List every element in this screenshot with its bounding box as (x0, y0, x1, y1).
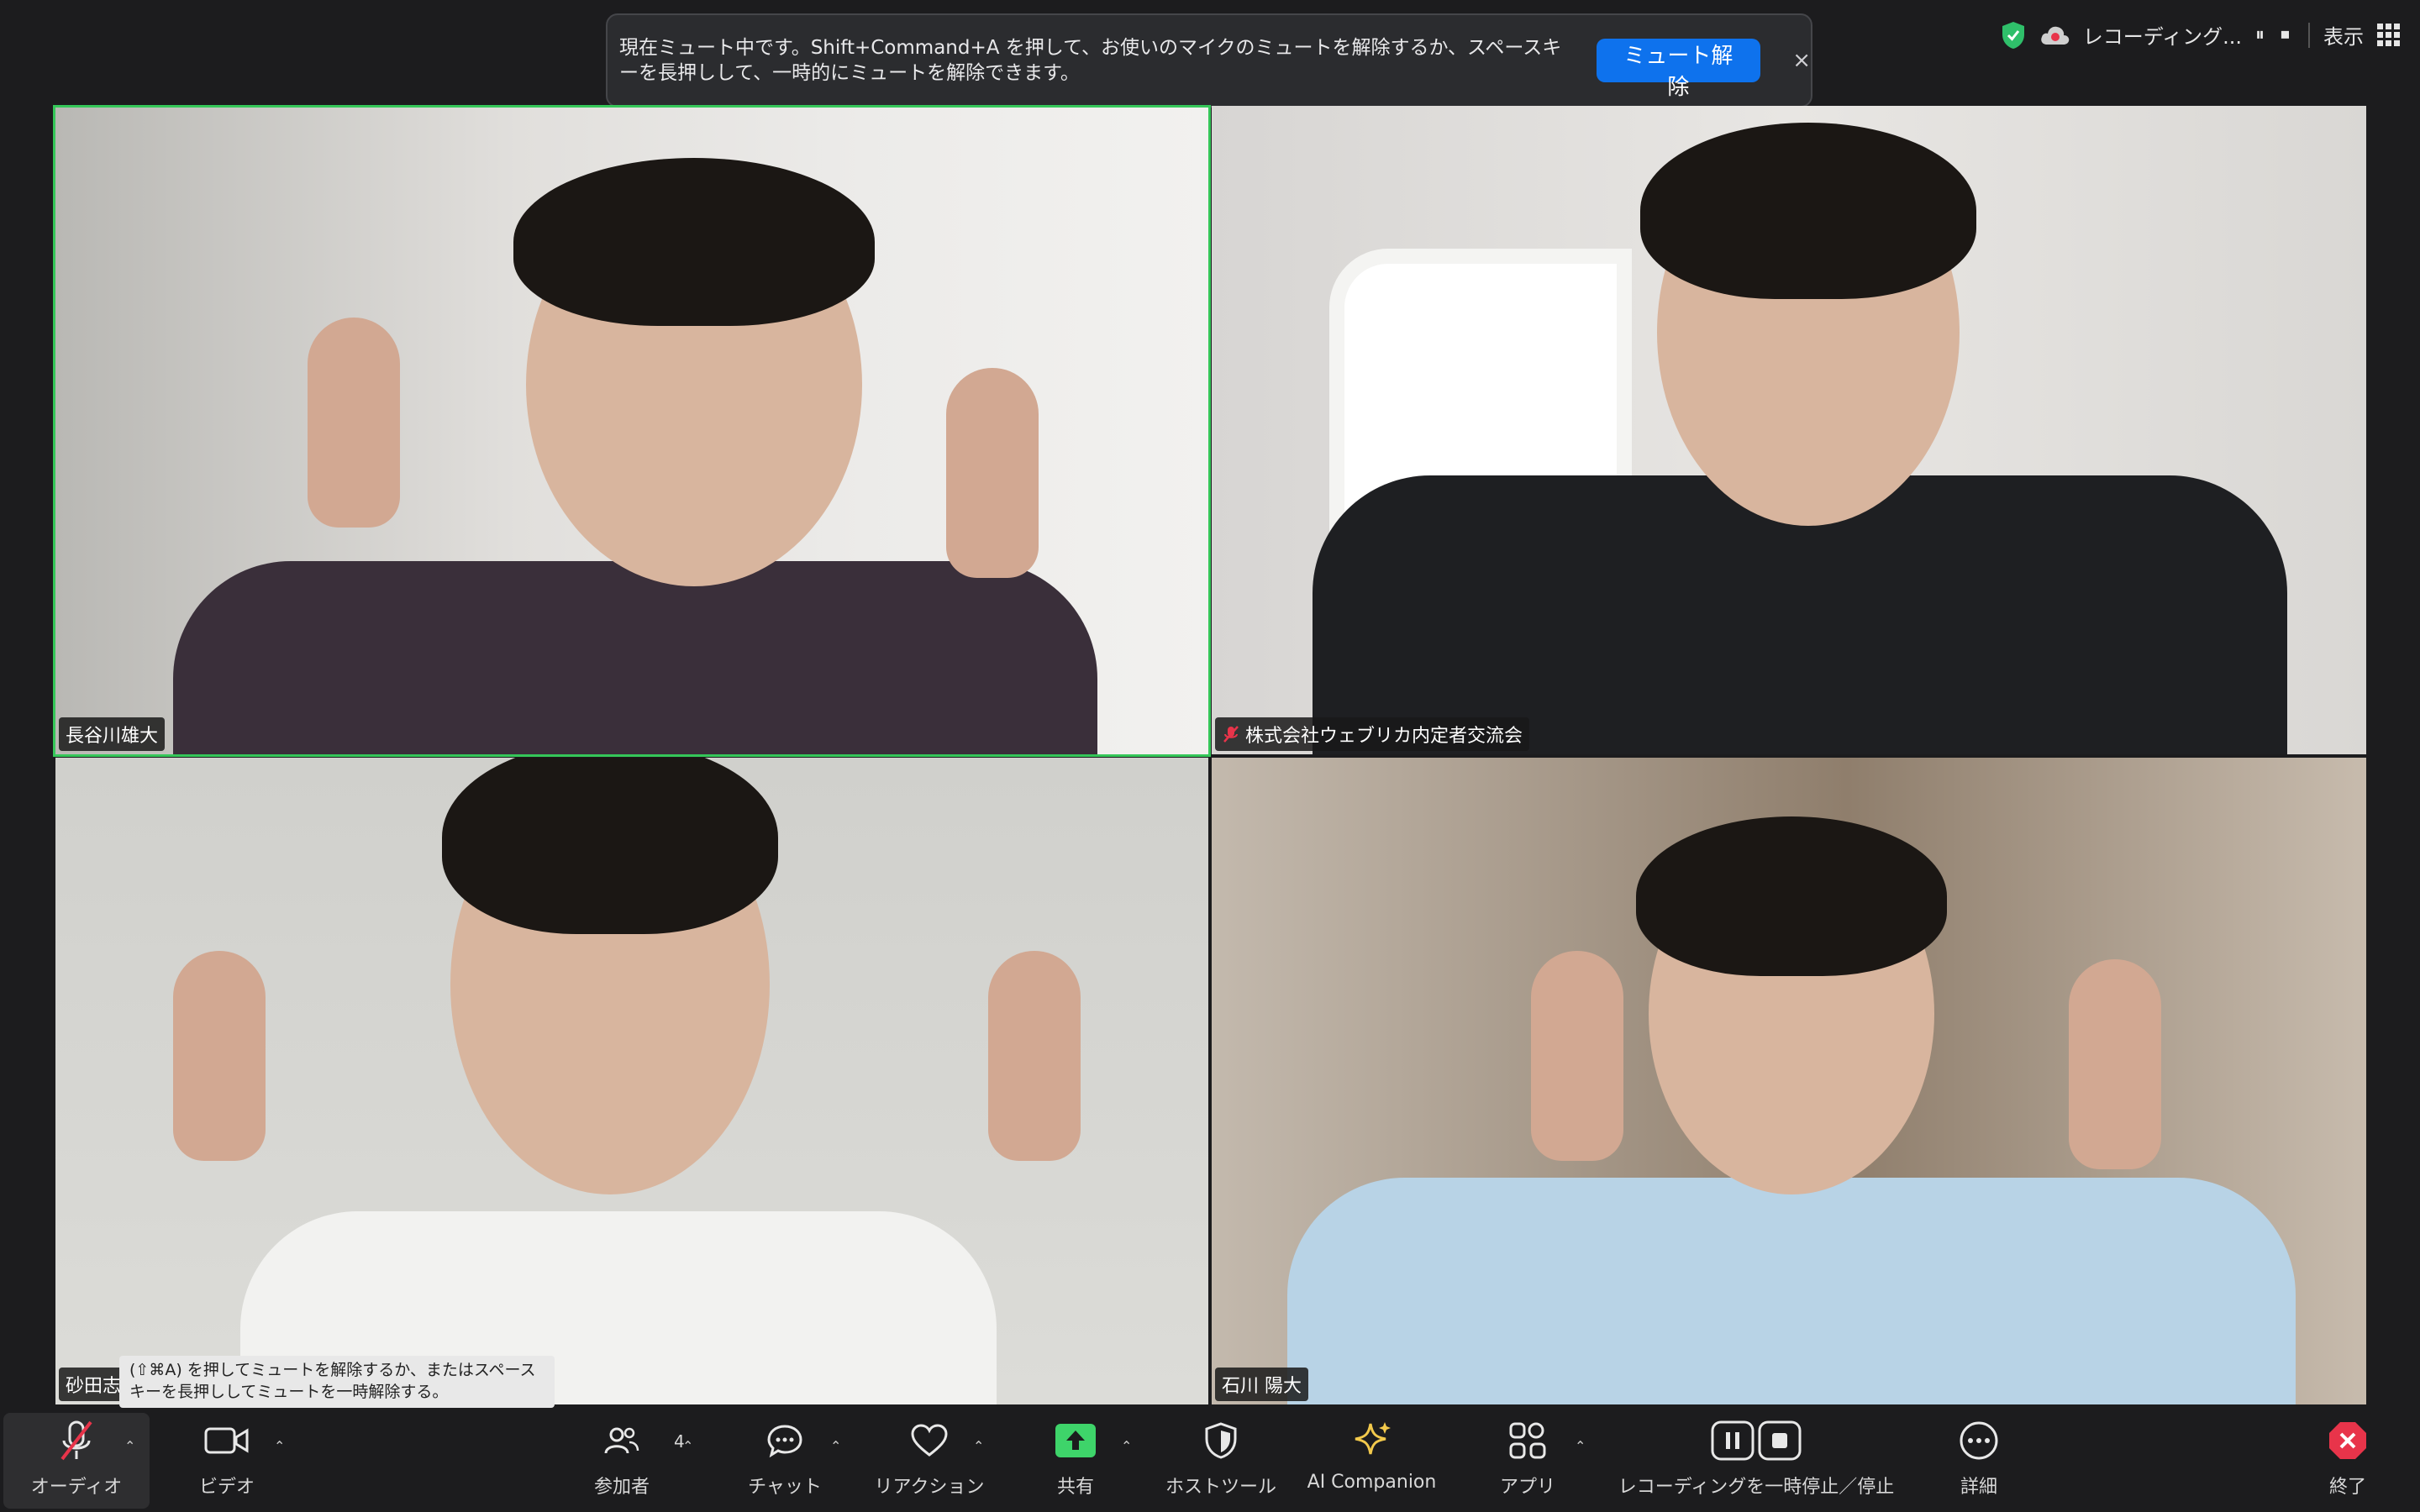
reactions-options-caret[interactable]: ⌃ (973, 1438, 984, 1454)
video-tile-1[interactable]: 長谷川雄大 (53, 105, 1211, 757)
end-x-icon (2328, 1413, 2368, 1468)
heart-icon (910, 1413, 949, 1468)
audio-options-caret[interactable]: ⌃ (124, 1438, 135, 1454)
divider (2308, 22, 2310, 48)
share-options-caret[interactable]: ⌃ (1121, 1438, 1132, 1454)
end-label: 終了 (2328, 1477, 2366, 1498)
muted-mic-icon (57, 1413, 96, 1468)
participants-icon: 4 (603, 1413, 685, 1468)
chat-button[interactable]: チャット (743, 1413, 827, 1512)
unmute-tooltip: (⇧⌘A) を押してミュートを解除するか、またはスペースキーを長押ししてミュート… (119, 1356, 555, 1408)
cloud-recording-icon (2039, 24, 2070, 46)
meeting-toolbar: オーディオ ⌃ ビデオ ⌃ 4 参加者 ⌃ チャット ⌃ リアクション ⌃ 共有 (0, 1413, 2420, 1512)
participant-name-tag: 株式会社ウェブリカ内定者交流会 (1215, 717, 1530, 751)
sparkle-icon (1352, 1413, 1392, 1468)
participants-button[interactable]: 4 参加者 (580, 1413, 685, 1512)
close-icon[interactable]: × (1792, 48, 1811, 73)
participant-name: 株式会社ウェブリカ内定者交流会 (1245, 726, 1523, 747)
share-button[interactable]: 共有 (1034, 1413, 1118, 1512)
unmute-button[interactable]: ミュート解除 (1596, 39, 1761, 100)
apps-button[interactable]: アプリ (1486, 1413, 1570, 1512)
pause-stop-recording-icon (1711, 1413, 1802, 1468)
more-label: 詳細 (1960, 1477, 1997, 1498)
participant-name: 石川 陽大 (1222, 1376, 1302, 1397)
participant-name: 砂田志 (66, 1376, 122, 1397)
top-right-controls: レコーディング... ⏸ ⏹ 表示 (2001, 20, 2400, 50)
share-label: 共有 (1056, 1477, 1094, 1498)
participant-name-tag: 石川 陽大 (1215, 1368, 1308, 1401)
recording-pause-stop-icon[interactable]: ⏸ ⏹ (2255, 24, 2295, 45)
audio-button[interactable]: オーディオ (17, 1413, 136, 1512)
apps-options-caret[interactable]: ⌃ (1575, 1438, 1586, 1454)
recording-status-label: レコーディング... (2082, 25, 2242, 49)
video-label: ビデオ (198, 1477, 255, 1498)
host-tools-shield-icon (1204, 1413, 1238, 1468)
view-label[interactable]: 表示 (2323, 20, 2364, 50)
audio-label: オーディオ (30, 1477, 123, 1498)
apps-icon (1508, 1413, 1547, 1468)
recording-label: レコーディングを一時停止／停止 (1618, 1477, 1895, 1498)
participant-name-tag: 砂田志 (59, 1368, 129, 1401)
video-camera-icon (204, 1413, 250, 1468)
end-meeting-button[interactable]: 終了 (2306, 1413, 2390, 1512)
share-screen-icon (1055, 1413, 1097, 1468)
chat-icon (766, 1413, 803, 1468)
participants-label: 参加者 (593, 1477, 650, 1498)
apps-label: アプリ (1499, 1477, 1555, 1498)
video-tile-2[interactable]: 株式会社ウェブリカ内定者交流会 (1212, 106, 2366, 754)
participant-name-tag: 長谷川雄大 (59, 717, 166, 751)
video-tile-4[interactable]: 石川 陽大 (1212, 758, 2366, 1404)
top-bar: 現在ミュート中です。Shift+Command+A を押して、お使いのマイクのミ… (0, 0, 2420, 108)
chat-options-caret[interactable]: ⌃ (830, 1438, 841, 1454)
more-dots-icon (1959, 1413, 1999, 1468)
mute-banner-message: 現在ミュート中です。Shift+Command+A を押して、お使いのマイクのミ… (619, 37, 1562, 84)
video-options-caret[interactable]: ⌃ (274, 1438, 285, 1454)
participant-name: 長谷川雄大 (66, 726, 159, 747)
ai-companion-label: AI Companion (1307, 1472, 1437, 1493)
recording-button[interactable]: レコーディングを一時停止／停止 (1613, 1413, 1899, 1512)
host-tools-label: ホストツール (1165, 1477, 1276, 1498)
host-tools-button[interactable]: ホストツール (1158, 1413, 1284, 1512)
ai-companion-button[interactable]: AI Companion (1302, 1413, 1441, 1512)
mute-notification-banner: 現在ミュート中です。Shift+Command+A を押して、お使いのマイクのミ… (606, 13, 1812, 108)
more-button[interactable]: 詳細 (1937, 1413, 2021, 1512)
chat-label: チャット (748, 1477, 822, 1498)
muted-mic-icon (1222, 725, 1240, 743)
video-tile-3[interactable]: 砂田志 (55, 758, 1208, 1404)
reactions-button[interactable]: リアクション (871, 1413, 988, 1512)
video-button[interactable]: ビデオ (185, 1413, 269, 1512)
reactions-label: リアクション (874, 1477, 985, 1498)
grid-view-icon[interactable] (2377, 24, 2400, 46)
participants-options-caret[interactable]: ⌃ (682, 1438, 693, 1454)
shield-icon[interactable] (2001, 21, 2026, 50)
